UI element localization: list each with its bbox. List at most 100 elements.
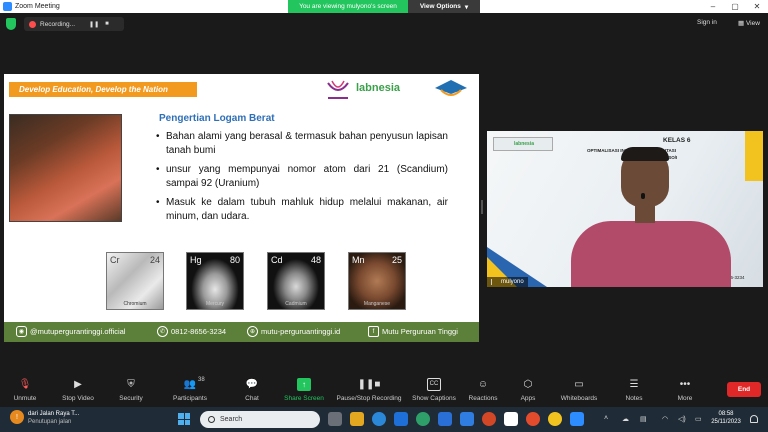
windows-start-icon[interactable] (178, 413, 190, 425)
element-number: 80 (229, 255, 240, 265)
element-name: Manganese (363, 301, 391, 307)
bullet-item: Bahan alami yang berasal & termasuk baha… (156, 130, 448, 158)
purple-logo-icon (327, 80, 349, 99)
participants-button[interactable]: 👥 38 Participants (160, 373, 220, 407)
chat-icon: 💬 (245, 379, 259, 390)
volume-icon[interactable]: ◁) (678, 415, 686, 423)
wifi-icon[interactable]: ◠ (662, 415, 668, 423)
end-meeting-button[interactable]: End (727, 382, 761, 397)
word-icon[interactable] (460, 412, 474, 426)
toolbar-label: Pause/Stop Recording (336, 395, 402, 402)
notification-bell-icon[interactable] (750, 415, 758, 423)
toolbar-label: Unmute (13, 395, 37, 402)
network-icon[interactable]: ▤ (640, 415, 647, 423)
edge-browser-icon[interactable] (372, 412, 386, 426)
search-icon (208, 416, 215, 423)
whatsapp-icon: ✆ (157, 326, 168, 337)
news-alert-icon[interactable]: ! (10, 410, 24, 424)
participant-video-tile[interactable]: labnesia KELAS 6 OPTIMALISASI INSTRUM JU… (487, 131, 763, 287)
taskbar-clock[interactable]: 08:58 25/11/2023 (708, 410, 744, 426)
chrome-icon[interactable] (548, 412, 562, 426)
rusty-pipe-photo (9, 114, 122, 222)
media-player-icon[interactable] (526, 412, 540, 426)
share-screen-button[interactable]: ↑ Share Screen (274, 373, 334, 407)
toolbar-label: Participants (173, 395, 207, 402)
clock-date: 25/11/2023 (711, 419, 741, 425)
battery-icon[interactable]: ▭ (695, 415, 702, 423)
news-widget[interactable]: dari Jalan Raya T... Penutupan jalan (28, 410, 79, 426)
cloud-icon[interactable]: ☁ (622, 415, 629, 423)
security-button[interactable]: ⛨ Security (101, 373, 161, 407)
notes-icon: ☰ (629, 379, 639, 390)
minimize-button[interactable]: – (702, 0, 724, 13)
recording-dot-icon (29, 20, 36, 28)
element-symbol: Cd (271, 255, 283, 265)
split-view-divider[interactable] (481, 200, 483, 214)
footer-instagram-text: @mutupergurantinggi.official (30, 327, 126, 336)
encryption-shield-icon[interactable] (6, 18, 16, 30)
toolbar-label: Security (119, 395, 143, 402)
recording-indicator: Recording... ❚❚ ■ (24, 17, 124, 31)
element-number: 24 (149, 255, 160, 265)
zoom-taskbar-icon[interactable] (570, 412, 584, 426)
participants-count-badge: 38 (198, 377, 205, 383)
view-options-button[interactable]: View Options ▾ (408, 0, 480, 13)
bullet-item: unsur yang mempunyai nomor atom dari 21 … (156, 163, 448, 191)
whiteboard-icon: ▭ (574, 379, 584, 390)
toolbar-label: Apps (520, 395, 536, 402)
toolbar-label: Whiteboards (560, 395, 598, 402)
video-backdrop-logos: labnesia (493, 137, 553, 151)
mail-icon[interactable] (438, 412, 452, 426)
news-widget-line2: Penutupan jalan (28, 419, 72, 425)
participant-person (571, 147, 731, 287)
pause-recording-icon[interactable]: ❚❚ (89, 21, 99, 28)
maximize-button[interactable]: ▢ (724, 0, 746, 13)
footer-phone: ✆ 0812-8656-3234 (157, 326, 226, 337)
labnesia-logo: labnesia (514, 141, 535, 147)
footer-facebook-text: Mutu Perguruan Tinggi (382, 327, 458, 336)
signal-strength-icon (491, 279, 498, 285)
element-name: Chromium (123, 301, 147, 307)
captions-icon: CC (427, 378, 441, 391)
pause-stop-recording-button[interactable]: ❚❚■ Pause/Stop Recording (336, 373, 402, 407)
whiteboards-button[interactable]: ▭ Whiteboards (549, 373, 609, 407)
window-title: Zoom Meeting (15, 3, 60, 10)
shield-icon: ⛨ (127, 379, 135, 390)
chevron-up-icon[interactable]: ˄ (604, 415, 608, 422)
viewing-banner: You are viewing mulyono's screen (288, 0, 408, 13)
toolbar-label: Reactions (468, 395, 498, 402)
footer-website: ⊕ mutu-perguruantinggi.id (247, 326, 340, 337)
task-view-icon[interactable] (328, 412, 342, 426)
sign-in-link[interactable]: Sign in (697, 19, 717, 26)
more-icon: ••• (679, 379, 691, 390)
stop-video-button[interactable]: ▶ Stop Video (48, 373, 108, 407)
unmute-button[interactable]: 🎙 Unmute (0, 373, 55, 407)
close-button[interactable]: ✕ (746, 0, 768, 13)
more-button[interactable]: ••• More (655, 373, 715, 407)
microphone-icon (641, 193, 645, 199)
chat-button[interactable]: 💬 Chat (222, 373, 282, 407)
clock-time: 08:58 (718, 411, 734, 417)
powerpoint-icon[interactable] (482, 412, 496, 426)
file-explorer-icon[interactable] (350, 412, 364, 426)
element-card-cadmium: Cd 48 Cadmium (267, 252, 325, 310)
element-name: Cadmium (285, 301, 307, 307)
view-button[interactable]: ▦ View (738, 19, 760, 27)
footer-website-text: mutu-perguruantinggi.id (261, 327, 341, 336)
toolbar-label: Stop Video (62, 395, 94, 402)
notepad-icon[interactable] (504, 412, 518, 426)
video-backdrop-decoration (745, 131, 763, 181)
element-symbol: Hg (190, 255, 202, 265)
footer-phone-text: 0812-8656-3234 (171, 327, 227, 336)
element-card-mercury: Hg 80 Mercury (186, 252, 244, 310)
element-card-manganese: Mn 25 Manganese (348, 252, 406, 310)
news-widget-line1: dari Jalan Raya T... (28, 411, 80, 417)
taskbar-search[interactable]: Search (200, 411, 320, 428)
edge-icon[interactable] (416, 412, 430, 426)
store-icon[interactable] (394, 412, 408, 426)
participant-name: mulyono (501, 279, 524, 285)
grid-icon: ▦ (738, 20, 746, 27)
element-symbol: Mn (352, 255, 365, 265)
toolbar-label: Notes (625, 395, 643, 402)
stop-recording-icon[interactable]: ■ (105, 21, 109, 27)
